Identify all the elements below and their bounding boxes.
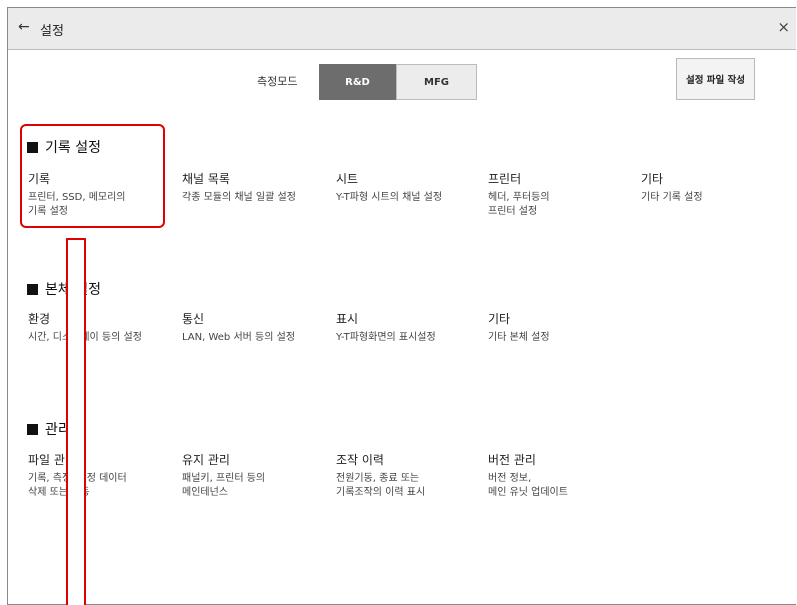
- item-title: 기타: [488, 312, 511, 326]
- item-title: 채널 목록: [182, 172, 230, 186]
- square-bullet-icon: [27, 423, 38, 435]
- section-heading-record: 기록 설정: [27, 137, 101, 157]
- item-description: 기록, 측정, 설정 데이터 삭제 또는 이동: [28, 473, 127, 498]
- item-communication[interactable]: 통신 LAN, Web 서버 등의 설정: [182, 310, 327, 345]
- item-description: Y-T파형 시트의 채널 설정: [336, 192, 443, 203]
- item-title: 표시: [336, 312, 359, 326]
- item-description: 시간, 디스플레이 등의 설정: [28, 332, 142, 343]
- item-title: 통신: [182, 312, 205, 326]
- item-title: 프린터: [488, 172, 522, 186]
- item-title: 파일 관리: [28, 453, 76, 467]
- item-description: 버전 정보, 메인 유닛 업데이트: [488, 473, 568, 498]
- item-description: 기타 본체 설정: [488, 332, 550, 343]
- item-title: 시트: [336, 172, 359, 186]
- item-printer[interactable]: 프린터 헤더, 푸터등의 프린터 설정: [488, 170, 633, 219]
- item-operation-history[interactable]: 조작 이력 전원기동, 종료 또는 기록조작의 이력 표시: [336, 451, 481, 500]
- item-title: 조작 이력: [336, 453, 384, 467]
- item-title: 유지 관리: [182, 453, 230, 467]
- section-heading-text: 기록 설정: [45, 140, 101, 156]
- item-display[interactable]: 표시 Y-T파형화면의 표시설정: [336, 310, 481, 345]
- item-title: 환경: [28, 312, 51, 326]
- item-record-other[interactable]: 기타 기타 기록 설정: [641, 170, 786, 205]
- page-title: 설정: [40, 24, 64, 39]
- title-bar: ← 설정 ×: [8, 8, 796, 50]
- item-description: LAN, Web 서버 등의 설정: [182, 332, 296, 343]
- item-version-management[interactable]: 버전 관리 버전 정보, 메인 유닛 업데이트: [488, 451, 633, 500]
- measure-mode-label: 측정모드: [257, 75, 298, 88]
- back-arrow-icon[interactable]: ←: [18, 19, 30, 35]
- item-title: 기타: [641, 172, 664, 186]
- item-description: 패널키, 프린터 등의 메인테넌스: [182, 473, 266, 498]
- square-bullet-icon: [27, 283, 38, 295]
- highlight-bar-overlay: [66, 238, 86, 605]
- item-description: 전원기동, 종료 또는 기록조작의 이력 표시: [336, 473, 426, 498]
- item-main-other[interactable]: 기타 기타 본체 설정: [488, 310, 633, 345]
- section-heading-main-unit: 본체 설정: [27, 279, 101, 299]
- item-record[interactable]: 기록 프린터, SSD, 메모리의 기록 설정: [28, 170, 173, 219]
- item-description: 각종 모듈의 채널 일괄 설정: [182, 192, 296, 203]
- mode-rd-button[interactable]: R&D: [319, 64, 396, 100]
- item-channel-list[interactable]: 채널 목록 각종 모듈의 채널 일괄 설정: [182, 170, 327, 205]
- item-title: 버전 관리: [488, 453, 536, 467]
- item-file-management[interactable]: 파일 관리 기록, 측정, 설정 데이터 삭제 또는 이동: [28, 451, 178, 500]
- item-description: Y-T파형화면의 표시설정: [336, 332, 436, 343]
- mode-mfg-button[interactable]: MFG: [396, 64, 477, 100]
- close-icon[interactable]: ×: [777, 18, 790, 36]
- item-description: 기타 기록 설정: [641, 192, 703, 203]
- item-maintenance[interactable]: 유지 관리 패널키, 프린터 등의 메인테넌스: [182, 451, 327, 500]
- item-sheet[interactable]: 시트 Y-T파형 시트의 채널 설정: [336, 170, 481, 205]
- item-description: 프린터, SSD, 메모리의 기록 설정: [28, 192, 126, 217]
- item-description: 헤더, 푸터등의 프린터 설정: [488, 192, 550, 217]
- item-title: 기록: [28, 172, 51, 186]
- square-bullet-icon: [27, 141, 38, 153]
- item-environment[interactable]: 환경 시간, 디스플레이 등의 설정: [28, 310, 178, 345]
- create-config-file-button[interactable]: 설정 파일 작성: [676, 58, 755, 100]
- section-heading-management: 관리: [27, 419, 71, 439]
